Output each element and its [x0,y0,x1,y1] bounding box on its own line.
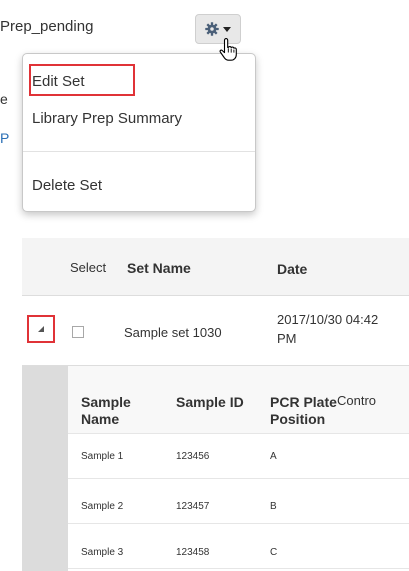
column-header-date[interactable]: Date [277,261,307,277]
chevron-down-icon [223,26,231,32]
sample-id-cell: 123457 [176,501,210,512]
sample-id-cell: 123458 [176,547,210,558]
pcr-position-cell: B [270,501,277,512]
column-header-select: Select [70,260,107,275]
expand-row-toggle[interactable] [27,315,55,343]
column-header-sample-id: Sample ID [176,394,244,410]
set-name-cell: Sample set 1030 [124,325,222,340]
select-set-checkbox[interactable] [72,326,84,338]
hand-pointer-icon [219,38,237,61]
pcr-position-cell: C [270,547,278,558]
sample-name-cell: Sample 1 [81,451,124,462]
triangle-expand-icon [38,326,44,332]
column-header-set-name[interactable]: Set Name [127,260,191,276]
set-status-label: Prep_pending [0,18,94,35]
column-header-control: Contro [337,393,377,408]
library-prep-summary-menu-item[interactable]: Library Prep Summary [32,110,182,127]
menu-divider [23,151,255,152]
gear-icon [205,22,219,36]
set-date-cell: 2017/10/30 04:42 PM [277,312,379,346]
sample-name-cell: Sample 3 [81,547,124,558]
delete-set-menu-item[interactable]: Delete Set [32,177,102,194]
nested-indent-strip [22,366,68,571]
sample-name-cell: Sample 2 [81,501,124,512]
pcr-position-cell: A [270,451,277,462]
sample-id-cell: 123456 [176,451,210,462]
obscured-text-fragment: e [0,91,8,107]
edit-set-highlight [29,64,135,96]
column-header-pcr-plate-position: PCR Plate Position [270,394,337,427]
obscured-link-fragment: P [0,130,10,146]
column-header-sample-name: Sample Name [81,394,131,427]
